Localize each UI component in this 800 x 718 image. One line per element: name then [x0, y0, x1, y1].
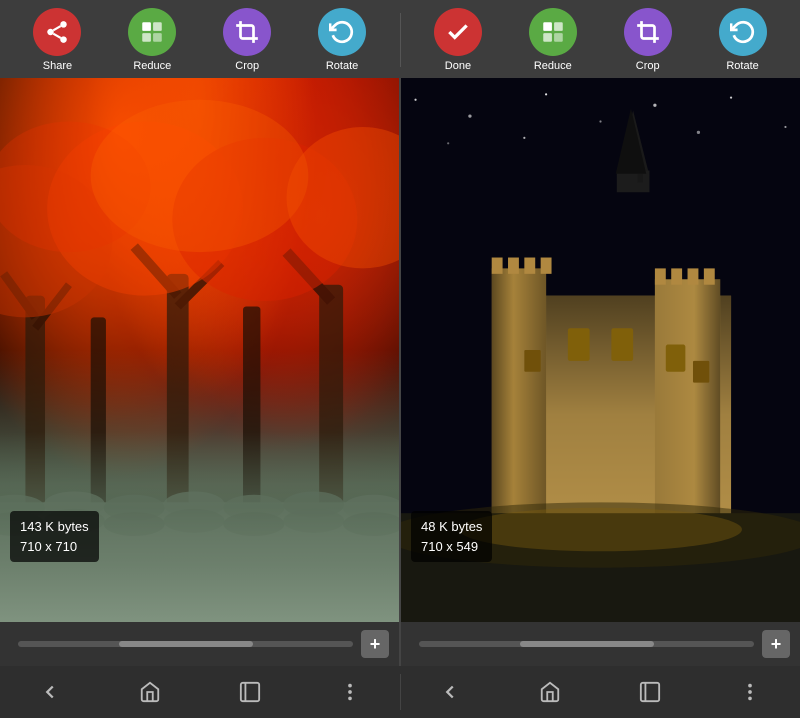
left-panel: 143 K bytes 710 x 710 + — [0, 78, 399, 666]
left-scroll-thumb — [119, 641, 253, 647]
toolbar: Share Reduce Crop — [0, 0, 800, 78]
rotate-label-left: Rotate — [326, 60, 358, 72]
crop-label-left: Crop — [235, 60, 259, 72]
left-photo-area[interactable]: 143 K bytes 710 x 710 — [0, 78, 399, 622]
reduce-label-left: Reduce — [133, 60, 171, 72]
share-label: Share — [43, 60, 72, 72]
right-photo-dimensions: 710 x 549 — [421, 537, 482, 557]
recents-button-left[interactable] — [228, 670, 272, 714]
reduce-button-right[interactable]: Reduce — [529, 8, 577, 72]
share-icon — [33, 8, 81, 56]
menu-button-left[interactable] — [328, 670, 372, 714]
crop-icon-right — [624, 8, 672, 56]
left-photo-info: 143 K bytes 710 x 710 — [10, 511, 99, 562]
right-photo-area[interactable]: 48 K bytes 710 x 549 — [401, 78, 800, 622]
done-button[interactable]: Done — [434, 8, 482, 72]
done-label: Done — [445, 60, 471, 72]
right-panel: 48 K bytes 710 x 549 + — [401, 78, 800, 666]
reduce-label-right: Reduce — [534, 60, 572, 72]
rotate-button-right[interactable]: Rotate — [719, 8, 767, 72]
left-panel-bottom: + — [0, 622, 399, 666]
crop-button-right[interactable]: Crop — [624, 8, 672, 72]
right-scroll-thumb — [520, 641, 654, 647]
back-button-left[interactable] — [28, 670, 72, 714]
reduce-button-left[interactable]: Reduce — [128, 8, 176, 72]
left-add-button[interactable]: + — [361, 630, 389, 658]
left-photo-size: 143 K bytes — [20, 517, 89, 537]
recents-button-right[interactable] — [628, 670, 672, 714]
main-content: 143 K bytes 710 x 710 + — [0, 78, 800, 666]
right-panel-bottom: + — [401, 622, 800, 666]
toolbar-left: Share Reduce Crop — [0, 8, 400, 72]
nav-bar — [0, 666, 800, 718]
right-photo-size: 48 K bytes — [421, 517, 482, 537]
crop-button-left[interactable]: Crop — [223, 8, 271, 72]
right-scroll-track[interactable] — [419, 641, 754, 647]
left-scroll-track[interactable] — [18, 641, 353, 647]
right-photo-info: 48 K bytes 710 x 549 — [411, 511, 492, 562]
rotate-icon-right — [719, 8, 767, 56]
nav-right — [401, 666, 800, 718]
rotate-label-right: Rotate — [726, 60, 758, 72]
nav-left — [0, 666, 400, 718]
home-button-right[interactable] — [528, 670, 572, 714]
crop-label-right: Crop — [636, 60, 660, 72]
rotate-button-left[interactable]: Rotate — [318, 8, 366, 72]
menu-button-right[interactable] — [728, 670, 772, 714]
share-button[interactable]: Share — [33, 8, 81, 72]
rotate-icon-left — [318, 8, 366, 56]
right-add-button[interactable]: + — [762, 630, 790, 658]
back-button-right[interactable] — [428, 670, 472, 714]
crop-icon-left — [223, 8, 271, 56]
reduce-icon-left — [128, 8, 176, 56]
done-icon — [434, 8, 482, 56]
home-button-left[interactable] — [128, 670, 172, 714]
left-photo-dimensions: 710 x 710 — [20, 537, 89, 557]
reduce-icon-right — [529, 8, 577, 56]
toolbar-right: Done Reduce Crop — [401, 8, 800, 72]
